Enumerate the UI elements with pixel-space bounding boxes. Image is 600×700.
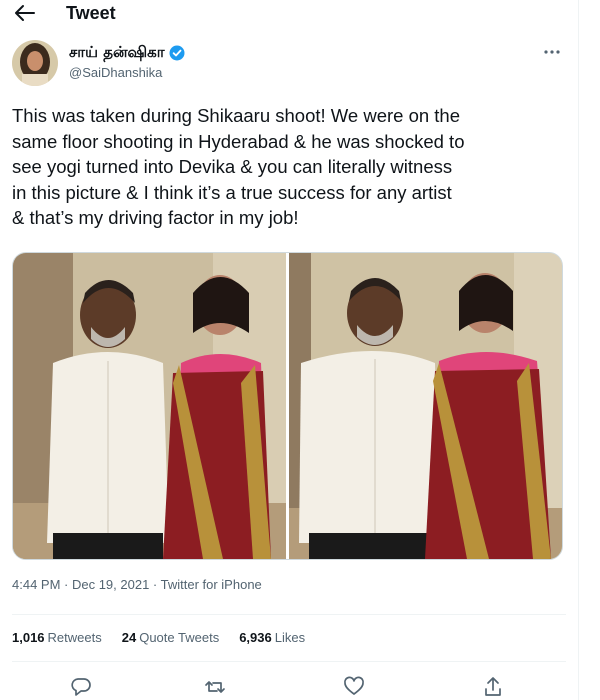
quote-tweets-stat[interactable]: 24 Quote Tweets — [122, 630, 219, 645]
divider — [12, 661, 566, 662]
avatar[interactable] — [12, 40, 58, 86]
tweet-text: This was taken during Shikaaru shoot! We… — [12, 103, 568, 231]
photo-1-image — [13, 253, 286, 559]
photo-2-image — [289, 253, 562, 559]
author-handle[interactable]: @SaiDhanshika — [69, 65, 162, 80]
like-button[interactable] — [343, 676, 365, 698]
tweet-panel: Tweet சாய் தன்ஷிகா @SaiDhanshika This wa… — [0, 0, 579, 700]
quote-tweets-label: Quote Tweets — [139, 630, 220, 645]
action-bar — [0, 672, 578, 700]
avatar-image — [12, 40, 58, 86]
retweets-stat[interactable]: 1,016 Retweets — [12, 630, 102, 645]
share-button[interactable] — [482, 676, 504, 698]
page-title: Tweet — [66, 3, 116, 23]
tweet-text-line: same floor shooting in Hyderabad & he wa… — [12, 130, 465, 152]
tweet-text-line: & that’s my driving factor in my job! — [12, 207, 299, 228]
retweets-label: Retweets — [47, 630, 102, 645]
more-options-button[interactable] — [540, 44, 564, 60]
reply-icon — [71, 678, 91, 696]
likes-stat[interactable]: 6,936 Likes — [239, 630, 305, 645]
likes-count: 6,936 — [239, 630, 272, 645]
photo-1[interactable] — [13, 253, 286, 559]
tweet-text-line: This was taken during Shikaaru shoot! We… — [12, 105, 461, 126]
author-name[interactable]: சாய் தன்ஷிகா — [69, 43, 185, 63]
quote-tweets-count: 24 — [121, 630, 137, 645]
media-grid — [12, 252, 563, 560]
more-options-icon — [544, 50, 560, 54]
arrow-left-icon — [15, 5, 35, 21]
photo-2[interactable] — [289, 253, 562, 559]
retweets-count: 1,016 — [12, 630, 45, 645]
reply-button[interactable] — [70, 676, 92, 698]
tweet-text-line: see yogi turned into Devika & you can li… — [12, 156, 453, 177]
tweet-timestamp[interactable]: 4:44 PM · Dec 19, 2021 · Twitter for iPh… — [12, 577, 262, 592]
author-display-name: சாய் தன்ஷிகா — [69, 43, 165, 61]
back-button[interactable] — [14, 4, 36, 22]
divider — [12, 614, 566, 615]
likes-label: Likes — [274, 630, 306, 645]
like-icon — [344, 676, 364, 695]
retweet-icon — [205, 681, 225, 693]
share-icon — [485, 677, 501, 696]
header-bar: Tweet — [0, 0, 578, 26]
tweet-text-line: in this picture & I think it’s a true su… — [12, 181, 452, 203]
engagement-stats: 1,016 Retweets 24 Quote Tweets 6,936 Likes — [12, 630, 305, 645]
verified-badge-icon — [169, 45, 185, 61]
retweet-button[interactable] — [204, 676, 226, 698]
